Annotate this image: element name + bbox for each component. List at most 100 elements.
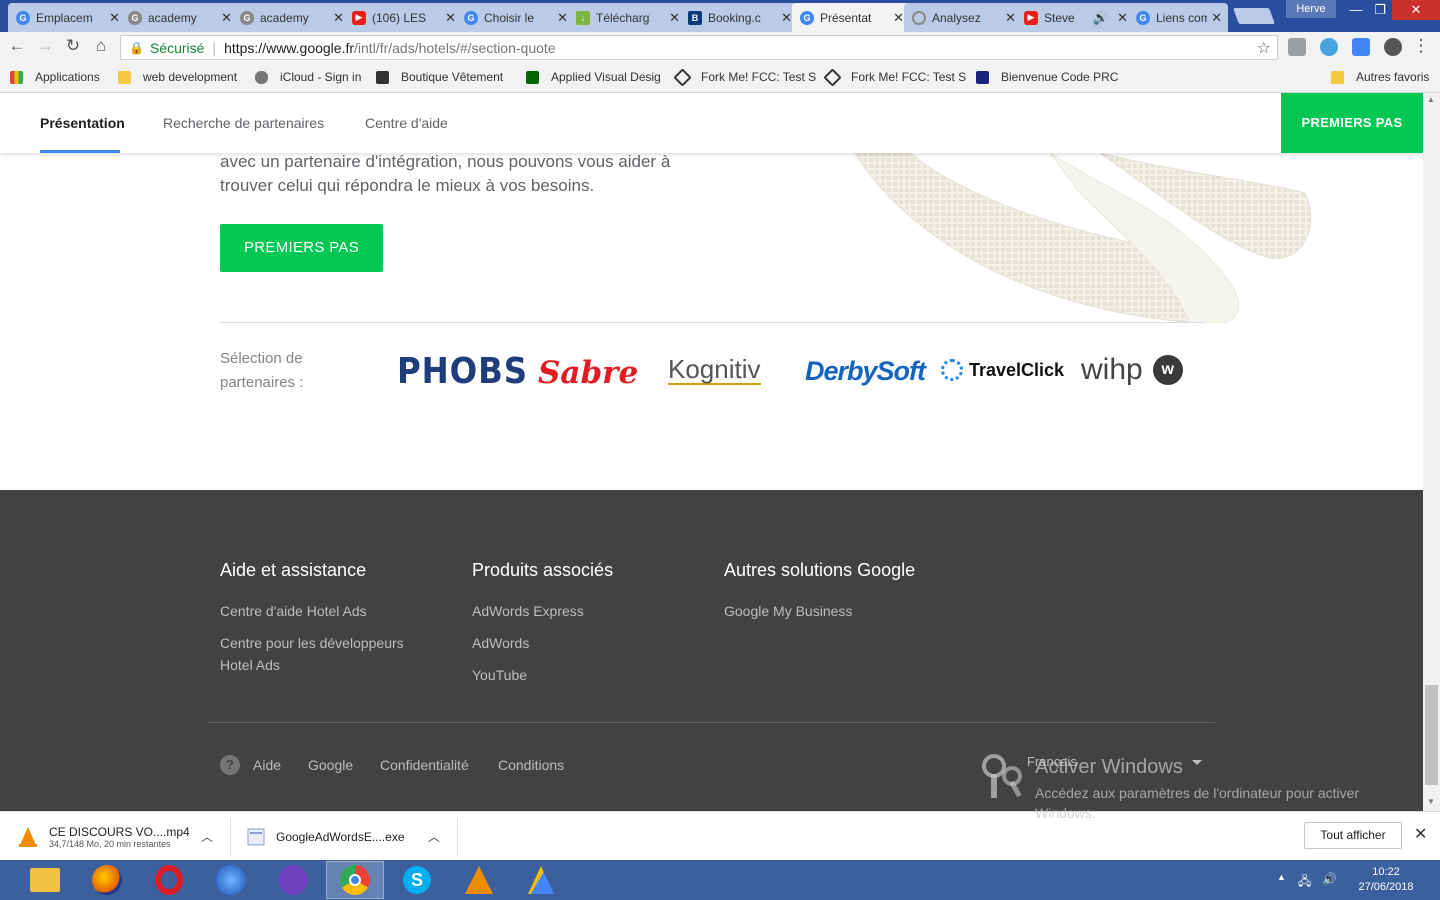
scroll-down-icon[interactable]: ▼: [1427, 797, 1435, 806]
vlc-icon[interactable]: [450, 861, 508, 899]
close-icon[interactable]: ✕: [1414, 824, 1427, 844]
browser-tab[interactable]: ▶ (106) LES ✕: [344, 3, 462, 32]
minimize-icon[interactable]: —: [1344, 0, 1368, 20]
volume-icon[interactable]: 🔊: [1322, 872, 1337, 886]
bookmark-item[interactable]: iCloud - Sign in: [255, 70, 361, 84]
close-tab-icon[interactable]: ✕: [221, 10, 232, 26]
chevron-up-icon[interactable]: ︿: [428, 828, 440, 845]
forward-icon[interactable]: →: [34, 36, 56, 56]
bookmark-item[interactable]: Fork Me! FCC: Test S: [823, 67, 966, 87]
phobs-logo: PHOBS: [397, 351, 528, 392]
browser-tab-active[interactable]: G Présentat ✕: [792, 3, 910, 32]
browser-tab[interactable]: B Booking.c ✕: [680, 3, 798, 32]
separator: [457, 818, 458, 855]
opera-icon[interactable]: [140, 861, 198, 899]
download-item[interactable]: CE DISCOURS VO....mp4 34,7/148 Mo, 20 mi…: [16, 812, 190, 861]
scroll-thumb[interactable]: [1425, 685, 1438, 785]
footer-link[interactable]: AdWords: [472, 632, 529, 654]
sync-icon[interactable]: [1384, 38, 1402, 56]
browser-tab[interactable]: G academy ✕: [120, 3, 238, 32]
browser-tab[interactable]: Analysez ✕: [904, 3, 1022, 32]
get-started-button[interactable]: PREMIERS PAS: [220, 224, 383, 272]
nav-link-help-center[interactable]: Centre d'aide: [365, 115, 448, 131]
footer-link[interactable]: Centre pour les développeurs Hotel Ads: [220, 632, 420, 676]
bookmark-item[interactable]: Fork Me! FCC: Test S: [673, 67, 816, 87]
translate-icon[interactable]: [1352, 38, 1370, 56]
bookmark-item[interactable]: Applied Visual Desig: [526, 70, 661, 84]
browser-tab[interactable]: G Emplacem ✕: [8, 3, 126, 32]
help-icon[interactable]: ?: [220, 755, 240, 775]
tab-title: academy: [260, 10, 309, 25]
close-tab-icon[interactable]: ✕: [669, 10, 680, 26]
browser-tab[interactable]: G Liens com ✕: [1128, 3, 1228, 32]
close-tab-icon[interactable]: ✕: [1117, 10, 1128, 26]
bookmark-item[interactable]: Bienvenue Code PRC: [976, 70, 1118, 84]
close-tab-icon[interactable]: ✕: [781, 10, 792, 26]
tab-title: Télécharg: [596, 10, 650, 25]
footer-link[interactable]: Google My Business: [724, 600, 852, 622]
footer-bottom-link[interactable]: Conditions: [498, 757, 564, 773]
chevron-up-icon[interactable]: ︿: [201, 828, 213, 845]
footer-link[interactable]: Centre d'aide Hotel Ads: [220, 600, 367, 622]
close-tab-icon[interactable]: ✕: [333, 10, 344, 26]
close-tab-icon[interactable]: ✕: [109, 10, 120, 26]
close-tab-icon[interactable]: ✕: [1211, 10, 1222, 26]
close-window-icon[interactable]: ✕: [1392, 0, 1440, 20]
footer-bottom-link[interactable]: Google: [308, 757, 353, 773]
adwords-editor-icon[interactable]: [512, 861, 570, 899]
download-item[interactable]: GoogleAdWordsE....exe: [246, 812, 405, 861]
wihp-logo-group: wihp w: [1081, 353, 1183, 387]
bookmark-item[interactable]: Applications: [10, 70, 100, 84]
new-tab-button[interactable]: [1233, 8, 1275, 24]
nav-link-presentation[interactable]: Présentation: [40, 115, 125, 131]
cloud-icon[interactable]: [1320, 38, 1338, 56]
network-icon[interactable]: 🖧: [1298, 872, 1311, 893]
system-clock[interactable]: 10:22 27/06/2018: [1350, 865, 1422, 895]
sabre-logo: Sabre: [538, 355, 639, 391]
scroll-up-icon[interactable]: ▲: [1427, 95, 1435, 104]
close-tab-icon[interactable]: ✕: [1005, 10, 1016, 26]
skype-icon[interactable]: S: [388, 861, 446, 899]
bookmark-item[interactable]: Boutique Vêtement: [376, 70, 503, 84]
tab-title: Emplacem: [36, 10, 93, 25]
youtube-icon: ▶: [352, 10, 366, 25]
browser-tab[interactable]: G academy ✕: [232, 3, 350, 32]
footer-bottom-link[interactable]: Aide: [253, 757, 281, 773]
close-tab-icon[interactable]: ✕: [893, 10, 904, 26]
footer-link[interactable]: YouTube: [472, 664, 527, 686]
exe-file-icon: [247, 828, 265, 845]
firefox-icon[interactable]: [78, 861, 136, 899]
browser-tab[interactable]: G Choisir le ✕: [456, 3, 574, 32]
browser-tab[interactable]: ↓ Télécharg ✕: [568, 3, 686, 32]
address-bar[interactable]: 🔒 Sécurisé | https://www.google.fr/intl/…: [120, 35, 1278, 60]
file-explorer-icon[interactable]: [16, 861, 74, 899]
bookmark-star-icon[interactable]: ☆: [1257, 38, 1271, 58]
reload-icon[interactable]: ↻: [62, 36, 84, 56]
close-tab-icon[interactable]: ✕: [445, 10, 456, 26]
github-desktop-icon[interactable]: [264, 861, 322, 899]
bookmark-label: Boutique Vêtement: [401, 70, 504, 84]
chrome-icon[interactable]: [326, 861, 384, 899]
get-started-nav-button[interactable]: PREMIERS PAS: [1281, 93, 1423, 153]
tab-title: Steve: [1044, 10, 1075, 25]
back-icon[interactable]: ←: [6, 36, 28, 56]
lock-icon: 🔒: [129, 40, 144, 55]
restore-icon[interactable]: ❐: [1368, 0, 1392, 20]
show-all-downloads-button[interactable]: Tout afficher: [1304, 822, 1402, 849]
url-host: https://www.google.fr: [224, 39, 355, 56]
firefox-dev-icon[interactable]: [202, 861, 260, 899]
close-tab-icon[interactable]: ✕: [557, 10, 568, 26]
show-hidden-icons[interactable]: ▲: [1277, 872, 1286, 882]
profile-button[interactable]: Herve: [1286, 0, 1336, 18]
bookmark-item[interactable]: Autres favoris: [1331, 70, 1429, 84]
home-icon[interactable]: ⌂: [90, 36, 112, 56]
bookmark-item[interactable]: web development: [118, 70, 237, 84]
scrollbar[interactable]: ▲ ▼: [1423, 93, 1440, 811]
footer-link[interactable]: AdWords Express: [472, 600, 584, 622]
footer-bottom-link[interactable]: Confidentialité: [380, 757, 469, 773]
browser-tab[interactable]: ▶ Steve 🔊 ✕: [1016, 3, 1134, 32]
nav-link-partners[interactable]: Recherche de partenaires: [163, 115, 324, 131]
extension-icon[interactable]: [1288, 38, 1306, 56]
audio-icon[interactable]: 🔊: [1093, 10, 1109, 26]
menu-icon[interactable]: ⋮: [1410, 36, 1432, 56]
